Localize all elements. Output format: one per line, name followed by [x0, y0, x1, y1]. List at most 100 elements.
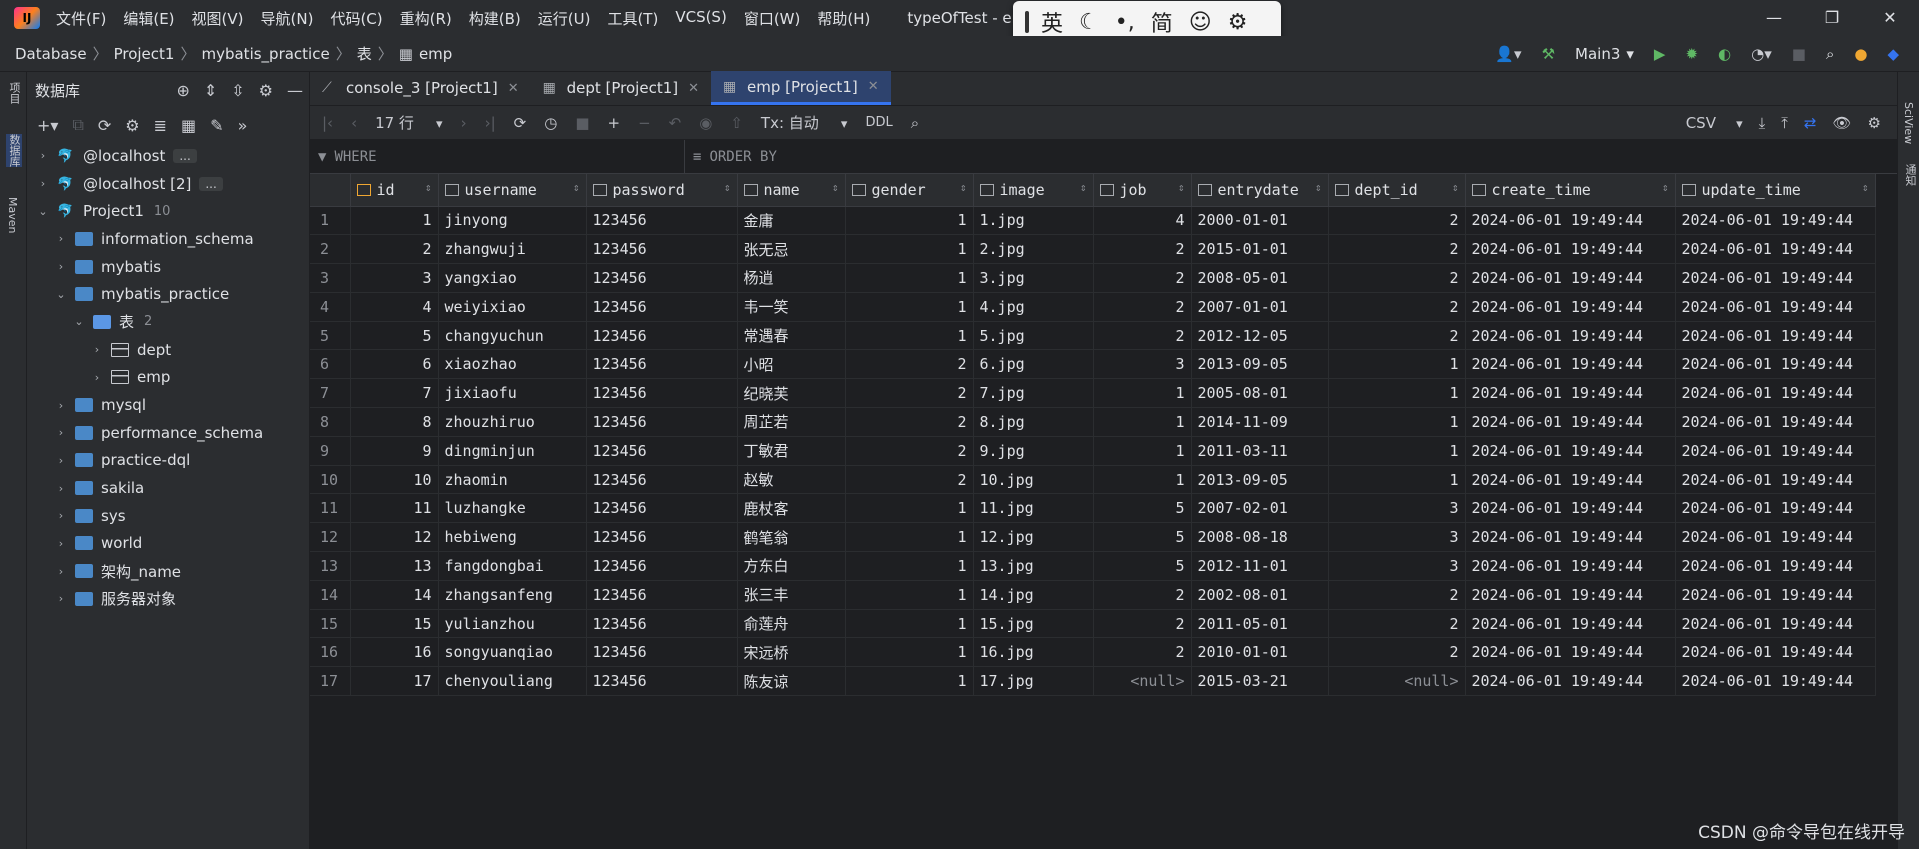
table-cell[interactable]: 2 [1093, 292, 1192, 322]
tool-database[interactable]: 数据库 [6, 134, 22, 167]
table-cell[interactable]: 123456 [586, 580, 738, 610]
sort-icon[interactable]: ⇕ [1178, 181, 1185, 194]
table-row[interactable]: 10 10 zhaomin 123456 赵敏 2 10.jpg 1 2013-09-05 1 20… [310, 465, 1876, 495]
column-header[interactable]: create_time ⇕ [1465, 174, 1676, 207]
settings-icon[interactable]: ⚙ [259, 81, 273, 100]
chevron-icon[interactable]: › [53, 399, 69, 412]
order-by-filter[interactable]: ≡ ORDER BY [685, 149, 777, 165]
prev-page-icon[interactable]: ‹ [351, 114, 357, 132]
table-row[interactable]: 11 11 luzhangke 123456 鹿杖客 1 11.jpg 5 2007-02-01… [310, 493, 1876, 524]
crosshair-icon[interactable]: ⊕ [176, 81, 189, 100]
table-cell[interactable]: 1 [1328, 349, 1466, 380]
edit-icon[interactable]: ✎ [210, 116, 223, 135]
table-cell[interactable]: 2024-06-01 19:49:44 [1675, 321, 1876, 351]
tree-item[interactable]: › mybatis [27, 253, 309, 281]
tree-item[interactable]: ⌄ 🐬 Project1 10 [27, 197, 309, 225]
table-cell[interactable]: 2 [1093, 234, 1192, 265]
chevron-icon[interactable]: › [53, 509, 69, 522]
table-cell[interactable]: 2 [845, 407, 974, 437]
sort-icon[interactable]: ⇕ [1662, 181, 1669, 194]
first-page-icon[interactable]: |‹ [322, 114, 333, 132]
table-cell[interactable]: 123456 [586, 522, 738, 553]
table-cell[interactable]: 2024-06-01 19:49:44 [1675, 349, 1876, 380]
table-cell[interactable]: 15.jpg [973, 609, 1094, 639]
table-cell[interactable]: 123456 [586, 263, 738, 293]
tree-item[interactable]: › sys [27, 502, 309, 530]
tree-item[interactable]: › emp [27, 364, 309, 392]
table-cell[interactable]: 10 [350, 465, 439, 495]
tree-item[interactable]: › 🐬 @localhost [2]... [27, 170, 309, 198]
row-count-select[interactable]: 17 行 ▾ [375, 112, 443, 133]
table-cell[interactable]: chenyouliang [438, 666, 587, 697]
table-cell[interactable]: 2 [1328, 234, 1466, 265]
table-cell[interactable]: 2024-06-01 19:49:44 [1675, 378, 1876, 409]
menu-item[interactable]: 工具(T) [607, 8, 658, 29]
table-cell[interactable]: 123456 [586, 292, 738, 322]
table-cell[interactable]: 8 [350, 407, 439, 437]
table-cell[interactable]: zhouzhiruo [438, 407, 587, 437]
db-properties-icon[interactable]: ≣ [154, 116, 167, 135]
chevron-icon[interactable]: › [53, 426, 69, 439]
table-cell[interactable]: 2024-06-01 19:49:44 [1675, 666, 1876, 697]
table-cell[interactable]: 123456 [586, 321, 738, 351]
table-cell[interactable]: weiyixiao [438, 292, 587, 322]
chevron-icon[interactable]: › [53, 565, 69, 578]
menu-item[interactable]: 构建(B) [469, 8, 521, 29]
table-cell[interactable]: 张无忌 [737, 234, 846, 265]
close-icon[interactable]: ✕ [1861, 0, 1919, 36]
table-cell[interactable]: 5.jpg [973, 321, 1094, 351]
menu-item[interactable]: 运行(U) [538, 8, 591, 29]
breadcrumb-item[interactable]: Project1 [114, 45, 175, 63]
add-row-icon[interactable]: + [608, 114, 621, 132]
table-cell[interactable]: 123456 [586, 378, 738, 409]
chevron-icon[interactable]: › [53, 592, 69, 605]
table-cell[interactable]: 1 [845, 522, 974, 553]
sort-icon[interactable]: ⇕ [832, 181, 839, 194]
table-cell[interactable]: 鹿杖客 [737, 493, 846, 524]
table-cell[interactable]: 3 [350, 263, 439, 293]
table-cell[interactable]: 2024-06-01 19:49:44 [1465, 522, 1676, 553]
table-row[interactable]: 4 4 weiyixiao 123456 韦一笑 1 4.jpg 2 2007-01-01 2 20… [310, 292, 1876, 322]
table-cell[interactable]: jinyong [438, 206, 587, 236]
table-cell[interactable]: 9.jpg [973, 436, 1094, 466]
debug-icon[interactable]: ✹ [1685, 45, 1698, 63]
table-row[interactable]: 14 14 zhangsanfeng 123456 张三丰 1 14.jpg 2 2002-08… [310, 580, 1876, 610]
table-cell[interactable]: 2024-06-01 19:49:44 [1675, 292, 1876, 322]
table-cell[interactable]: 1 [1328, 436, 1466, 466]
table-cell[interactable]: 2 [1328, 580, 1466, 610]
tree-item[interactable]: › information_schema [27, 225, 309, 253]
table-cell[interactable]: zhangsanfeng [438, 580, 587, 610]
gear-icon[interactable]: ⚙ [1228, 10, 1248, 35]
table-cell[interactable]: 陈友谅 [737, 666, 846, 697]
table-cell[interactable]: 1 [350, 206, 439, 236]
table-cell[interactable]: 1 [1093, 407, 1192, 437]
table-cell[interactable]: 2 [1093, 609, 1192, 639]
table-cell[interactable]: 1 [845, 609, 974, 639]
table-cell[interactable]: 123456 [586, 465, 738, 495]
table-cell[interactable]: zhangwuji [438, 234, 587, 265]
table-cell[interactable]: 2 [845, 349, 974, 380]
table-cell[interactable]: 1 [845, 666, 974, 697]
column-header[interactable]: entrydate ⇕ [1191, 174, 1329, 207]
table-cell[interactable]: xiaozhao [438, 349, 587, 380]
table-cell[interactable]: 2013-09-05 [1191, 349, 1329, 380]
profile-icon[interactable]: ◔▾ [1751, 45, 1772, 63]
table-cell[interactable]: 2.jpg [973, 234, 1094, 265]
table-cell[interactable]: 2024-06-01 19:49:44 [1675, 263, 1876, 293]
table-cell[interactable]: 5 [350, 321, 439, 351]
chevron-icon[interactable]: ⌄ [35, 205, 51, 218]
chevron-icon[interactable]: › [53, 537, 69, 550]
chevron-icon[interactable]: › [35, 149, 51, 162]
preview-icon[interactable]: ◉ [699, 114, 712, 132]
coverage-icon[interactable]: ◐ [1718, 45, 1731, 63]
table-row[interactable]: 6 6 xiaozhao 123456 小昭 2 6.jpg 3 2013-09-05 1 2024… [310, 349, 1876, 380]
table-cell[interactable]: 11 [350, 493, 439, 524]
submit-icon[interactable]: ⇧ [730, 114, 743, 132]
table-cell[interactable]: 13 [350, 551, 439, 581]
table-cell[interactable]: 123456 [586, 609, 738, 639]
table-row[interactable]: 2 2 zhangwuji 123456 张无忌 1 2.jpg 2 2015-01-01 2 20… [310, 234, 1876, 265]
menu-item[interactable]: 重构(R) [400, 8, 452, 29]
column-header[interactable]: username ⇕ [438, 174, 587, 207]
table-cell[interactable]: 123456 [586, 234, 738, 265]
table-cell[interactable]: 1 [1328, 378, 1466, 409]
